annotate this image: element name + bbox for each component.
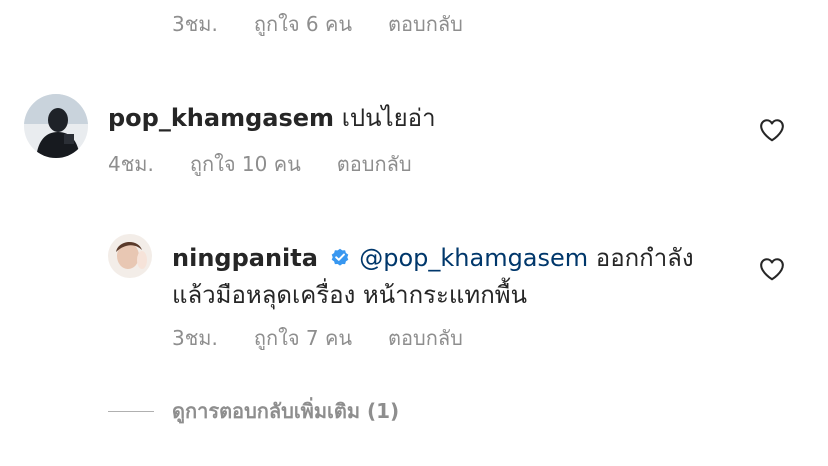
reply-text: ออกกำลัง xyxy=(595,244,694,272)
avatar[interactable] xyxy=(108,234,152,278)
comment-time: 4ชม. xyxy=(108,152,154,176)
reply-button[interactable]: ตอบกลับ xyxy=(388,322,463,354)
reply-meta-row: 3ชม. ถูกใจ 7 คน ตอบกลับ xyxy=(172,322,463,354)
comment-time: 3ชม. xyxy=(172,12,218,36)
divider-line xyxy=(108,410,154,412)
comment-body: pop_khamgasem เปนไยอ่า xyxy=(108,98,436,137)
view-more-replies-label: ดูการตอบกลับเพิ่มเติม (1) xyxy=(172,399,400,423)
heart-outline-icon[interactable] xyxy=(759,118,785,142)
view-more-replies-button[interactable]: ดูการตอบกลับเพิ่มเติม (1) xyxy=(108,395,399,427)
reply-body-line2: แล้วมือหลุดเครื่อง หน้ากระแทกพื้น xyxy=(172,275,527,314)
verified-badge-icon xyxy=(331,248,348,266)
mention-link[interactable]: @pop_khamgasem xyxy=(359,244,588,272)
like-count-link[interactable]: ถูกใจ 6 คน xyxy=(254,8,352,40)
avatar-photo xyxy=(24,94,88,158)
comment-meta-row: 3ชม. ถูกใจ 6 คน ตอบกลับ xyxy=(172,8,463,40)
reply-text: แล้วมือหลุดเครื่อง หน้ากระแทกพื้น xyxy=(172,281,527,309)
like-count-link[interactable]: ถูกใจ 10 คน xyxy=(190,148,301,180)
comment-text: เปนไยอ่า xyxy=(341,104,436,132)
reply-username[interactable]: ningpanita xyxy=(172,244,318,272)
reply-button[interactable]: ตอบกลับ xyxy=(388,8,463,40)
avatar[interactable] xyxy=(24,94,88,158)
reply-time: 3ชม. xyxy=(172,326,218,350)
comment-username[interactable]: pop_khamgasem xyxy=(108,104,334,132)
heart-outline-icon[interactable] xyxy=(759,257,785,281)
reply-button[interactable]: ตอบกลับ xyxy=(337,148,412,180)
like-count-link[interactable]: ถูกใจ 7 คน xyxy=(254,322,352,354)
avatar-photo xyxy=(108,234,152,278)
reply-body-line1: ningpanita @pop_khamgasem ออกกำลัง xyxy=(172,238,694,277)
comment-meta-row: 4ชม. ถูกใจ 10 คน ตอบกลับ xyxy=(108,148,412,180)
